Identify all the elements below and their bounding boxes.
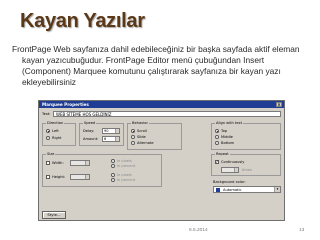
dialog-titlebar: Marquee Properties × — [39, 101, 284, 108]
direction-right-radio[interactable] — [46, 136, 50, 140]
marquee-text-input[interactable]: WEB SİTEME HOŞ GELDİNİZ — [53, 111, 281, 117]
direction-group: Direction Left Right — [42, 121, 76, 146]
width-checkbox[interactable] — [46, 161, 50, 165]
direction-right-label: Right — [52, 136, 62, 140]
delay-spinner[interactable]: 90 — [102, 128, 120, 134]
behavior-alternate-radio[interactable] — [131, 141, 135, 145]
behavior-scroll-label: Scroll — [137, 129, 147, 133]
close-icon[interactable]: × — [276, 102, 282, 107]
align-group-title: Align with text — [215, 121, 244, 125]
continuously-checkbox[interactable] — [215, 159, 219, 164]
width-label: Width: — [52, 161, 64, 165]
height-percent-radio[interactable] — [111, 178, 115, 182]
behavior-group: Behavior Scroll Slide Alternate — [127, 121, 182, 150]
repeat-group-title: Repeat — [215, 152, 230, 156]
height-pixels-radio[interactable] — [111, 173, 115, 177]
align-bottom-radio[interactable] — [215, 141, 219, 145]
direction-group-title: Direction — [46, 121, 65, 125]
width-percent-label: in percent — [117, 164, 136, 168]
repeat-group: Repeat Continuously times — [211, 152, 281, 176]
behavior-group-title: Behavior — [131, 121, 149, 125]
slide-body-text: FrontPage Web sayfanıza dahil edebileceğ… — [12, 44, 300, 87]
continuously-label: Continuously — [221, 160, 245, 164]
text-label: Text: — [42, 112, 51, 116]
align-group: Align with text Top Middle Bottom — [211, 121, 281, 150]
style-button[interactable]: Style... — [42, 211, 66, 219]
speed-group-title: Speed — [83, 121, 97, 125]
height-label: Height: — [52, 175, 66, 179]
size-group: Size Width: in pixels in percent Height:… — [42, 152, 162, 187]
amount-label: Amount: — [83, 137, 99, 141]
slide-title: Kayan Yazılar — [20, 10, 145, 32]
direction-left-radio[interactable] — [46, 129, 50, 133]
size-group-title: Size — [46, 152, 56, 156]
page-number: 13 — [299, 228, 305, 233]
times-label: times — [242, 168, 252, 172]
chevron-down-icon[interactable]: ▾ — [274, 187, 280, 192]
width-percent-radio[interactable] — [111, 164, 115, 168]
repeat-times-spinner[interactable] — [221, 167, 239, 173]
width-pixels-label: in pixels — [117, 159, 132, 163]
amount-spinner[interactable]: 6 — [102, 136, 120, 142]
width-spinner[interactable] — [70, 160, 90, 166]
width-pixels-radio[interactable] — [111, 159, 115, 163]
background-color-value: Automatic — [223, 188, 242, 192]
dialog-title: Marquee Properties — [42, 102, 89, 107]
background-color-select[interactable]: Automatic ▾ — [213, 186, 281, 193]
height-pixels-label: in pixels — [117, 173, 132, 177]
footer-date: 6.5.2014 — [189, 228, 208, 233]
height-spinner[interactable] — [70, 174, 90, 180]
delay-label: Delay: — [83, 129, 95, 133]
align-middle-label: Middle — [221, 135, 233, 139]
align-top-label: Top — [221, 129, 228, 133]
align-top-radio[interactable] — [215, 129, 219, 133]
height-checkbox[interactable] — [46, 175, 50, 179]
background-color-label: Background color: — [213, 180, 246, 184]
behavior-slide-label: Slide — [137, 135, 146, 139]
color-swatch-icon — [216, 188, 220, 192]
align-middle-radio[interactable] — [215, 135, 219, 139]
behavior-slide-radio[interactable] — [131, 135, 135, 139]
align-bottom-label: Bottom — [221, 141, 235, 145]
behavior-scroll-radio[interactable] — [131, 129, 135, 133]
behavior-alternate-label: Alternate — [137, 141, 154, 145]
speed-group: Speed Delay: 90 Amount: 6 — [79, 121, 124, 146]
marquee-properties-dialog: Marquee Properties × Text: WEB SİTEME HO… — [38, 100, 285, 221]
height-percent-label: in percent — [117, 178, 136, 182]
direction-left-label: Left — [52, 129, 59, 133]
